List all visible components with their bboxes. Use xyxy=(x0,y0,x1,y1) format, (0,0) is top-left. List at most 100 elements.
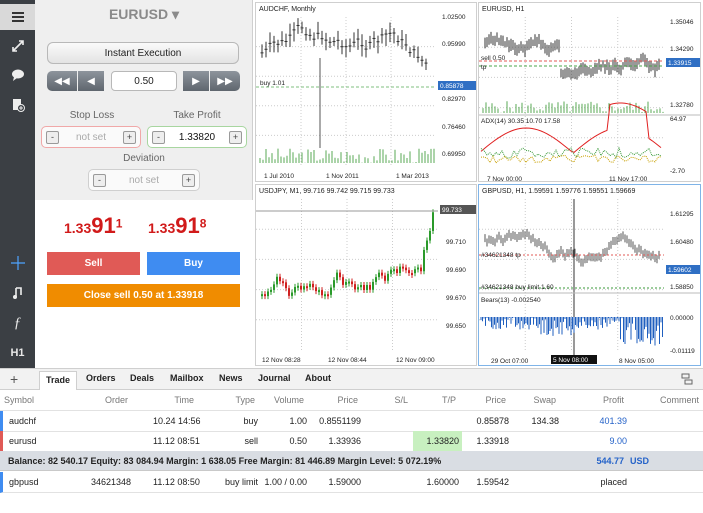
chart-gbpusd[interactable]: #34621348 tp #34621348 buy limit 1.60 Bear… xyxy=(478,184,701,366)
close-position-button[interactable]: Close sell 0.50 at 1.33918 xyxy=(47,284,240,307)
price-label: 99.670 xyxy=(446,295,466,302)
candle-body xyxy=(351,281,353,285)
chart-title: USDJPY, M1, 99.716 99.742 99.715 99.733 xyxy=(259,188,395,195)
cell-symbol: audchf xyxy=(9,416,37,426)
tab-journal[interactable]: Journal xyxy=(258,373,291,383)
col-order[interactable]: Order xyxy=(80,390,128,411)
volume-increase-large-button[interactable]: ▶▶ xyxy=(210,71,240,91)
volume-decrease-large-button[interactable]: ◀◀ xyxy=(47,71,77,91)
col-price[interactable]: Price xyxy=(318,390,358,411)
symbol-selector[interactable]: EURUSD ▾ xyxy=(35,6,253,23)
deviation-field[interactable]: - not set + xyxy=(88,169,200,191)
ask-price: 1.33918 xyxy=(148,213,206,239)
eurusd-plot: sell 0.50 tp ADX(14) 30.35 10.70 17.58 1.35… xyxy=(479,17,700,182)
date-label: 12 Nov 08:28 xyxy=(262,357,301,364)
take-profit-field[interactable]: - 1.33820 + xyxy=(147,126,247,148)
balance-summary: Balance: 82 540.17 Equity: 83 084.94 Mar… xyxy=(8,456,442,466)
deviation-plus-button[interactable]: + xyxy=(182,173,195,187)
col-profit[interactable]: Profit xyxy=(580,390,624,411)
total-profit: 544.77 xyxy=(596,456,624,466)
execution-type-selector[interactable]: Instant Execution xyxy=(47,42,239,64)
col-time[interactable]: Time xyxy=(150,390,194,411)
candle-body xyxy=(402,266,404,269)
tab-deals[interactable]: Deals xyxy=(130,373,154,383)
table-row[interactable]: eurusd 11.12 08:51 sell 0.50 1.33936 1.3… xyxy=(0,431,703,452)
tp-line-label: #34621348 tp xyxy=(481,252,521,259)
bears-level: -0.01119 xyxy=(670,348,695,355)
date-label: 1 Jul 2010 xyxy=(264,173,294,180)
bid-price: 1.33911 xyxy=(64,213,122,239)
timeframe-button[interactable]: H1 xyxy=(0,340,35,366)
account-summary-row: Balance: 82 540.17 Equity: 83 084.94 Mar… xyxy=(0,451,703,471)
layout-icon[interactable] xyxy=(681,373,693,385)
take-profit-plus-button[interactable]: + xyxy=(229,130,242,144)
cell-tp: 1.60000 xyxy=(426,477,459,487)
candle-body xyxy=(381,272,383,276)
sell-button[interactable]: Sell xyxy=(47,252,140,275)
fullscreen-icon[interactable] xyxy=(0,33,35,59)
col-comment[interactable]: Comment xyxy=(640,390,699,411)
table-row[interactable]: gbpusd 34621348 11.12 08:50 buy limit 1.… xyxy=(0,472,703,493)
tab-mailbox[interactable]: Mailbox xyxy=(170,373,204,383)
cell-type: buy limit xyxy=(224,477,258,487)
deviation-minus-button[interactable]: - xyxy=(93,173,106,187)
cell-type: buy xyxy=(243,416,258,426)
ask-price-big: 91 xyxy=(175,213,200,238)
col-volume[interactable]: Volume xyxy=(264,390,304,411)
tab-trade[interactable]: Trade xyxy=(39,371,78,390)
table-row[interactable]: audchf 10.24 14:56 buy 1.00 0.8551199 0.… xyxy=(0,411,703,432)
add-icon[interactable]: + xyxy=(10,371,18,387)
bid-price-prefix: 1.33 xyxy=(64,220,92,236)
buy-button[interactable]: Buy xyxy=(147,252,240,275)
stop-loss-plus-button[interactable]: + xyxy=(123,130,136,144)
adx-label: ADX(14) 30.35 10.70 17.58 xyxy=(481,118,561,125)
col-sl[interactable]: S/L xyxy=(378,390,408,411)
chart-eurusd[interactable]: sell 0.50 tp ADX(14) 30.35 10.70 17.58 1.35… xyxy=(478,2,701,182)
col-type[interactable]: Type xyxy=(215,390,255,411)
date-label: 11 Nov 17:00 xyxy=(609,176,648,182)
stop-loss-field[interactable]: - not set + xyxy=(41,126,141,148)
chart-audchf[interactable]: buy 1.01 1.02500 0.95990 0.85878 0.82970 0.76… xyxy=(255,2,477,182)
bears-level: 0.00000 xyxy=(670,315,694,322)
col-current-price[interactable]: Price xyxy=(470,390,506,411)
buy-line-label: buy 1.01 xyxy=(260,80,285,87)
candle-body xyxy=(387,273,389,281)
stop-loss-minus-button[interactable]: - xyxy=(46,130,59,144)
order-panel: EURUSD ▾ Instant Execution ◀◀ ◀ 0.50 ▶ ▶… xyxy=(35,0,253,368)
chart-usdjpy[interactable]: 99.733 99.710 99.690 99.670 99.650 12 Nov 08:… xyxy=(255,184,477,366)
price-label: 1.34290 xyxy=(670,46,694,53)
volume-input[interactable]: 0.50 xyxy=(111,71,177,91)
col-tp[interactable]: T/P xyxy=(430,390,456,411)
gbpusd-plot: #34621348 tp #34621348 buy limit 1.60 Bear… xyxy=(479,199,700,365)
price-label: 99.710 xyxy=(446,239,466,246)
date-label: 1 Mar 2013 xyxy=(396,173,429,180)
cell-time: 10.24 14:56 xyxy=(153,416,201,426)
tab-news[interactable]: News xyxy=(219,373,243,383)
volume-decrease-button[interactable]: ◀ xyxy=(78,71,104,91)
candle-body xyxy=(285,282,287,289)
price-label: 99.650 xyxy=(446,323,466,330)
candle-body xyxy=(264,294,266,297)
candle-body xyxy=(396,269,398,274)
candle-body xyxy=(291,292,293,296)
col-swap[interactable]: Swap xyxy=(520,390,556,411)
cell-current-price: 1.33918 xyxy=(476,436,509,446)
usdjpy-plot: 99.733 99.710 99.690 99.670 99.650 12 Nov 08:… xyxy=(256,199,476,364)
candle-body xyxy=(375,277,377,282)
tab-orders[interactable]: Orders xyxy=(86,373,116,383)
tab-about[interactable]: About xyxy=(305,373,331,383)
volume-increase-button[interactable]: ▶ xyxy=(183,71,209,91)
cell-volume: 1.00 xyxy=(289,416,307,426)
new-order-icon[interactable] xyxy=(0,92,35,118)
bid-price-sup: 1 xyxy=(115,216,123,231)
col-symbol[interactable]: Symbol xyxy=(4,390,34,411)
candle-body xyxy=(357,287,359,290)
function-icon[interactable]: ƒ xyxy=(0,310,35,336)
candle-body xyxy=(432,212,434,231)
sell-line-label: sell 0.50 xyxy=(481,55,506,62)
take-profit-minus-button[interactable]: - xyxy=(152,130,165,144)
menu-icon[interactable] xyxy=(0,4,35,30)
chat-icon[interactable] xyxy=(0,62,35,88)
indicators-icon[interactable] xyxy=(0,280,35,306)
crosshair-icon[interactable] xyxy=(0,250,35,276)
